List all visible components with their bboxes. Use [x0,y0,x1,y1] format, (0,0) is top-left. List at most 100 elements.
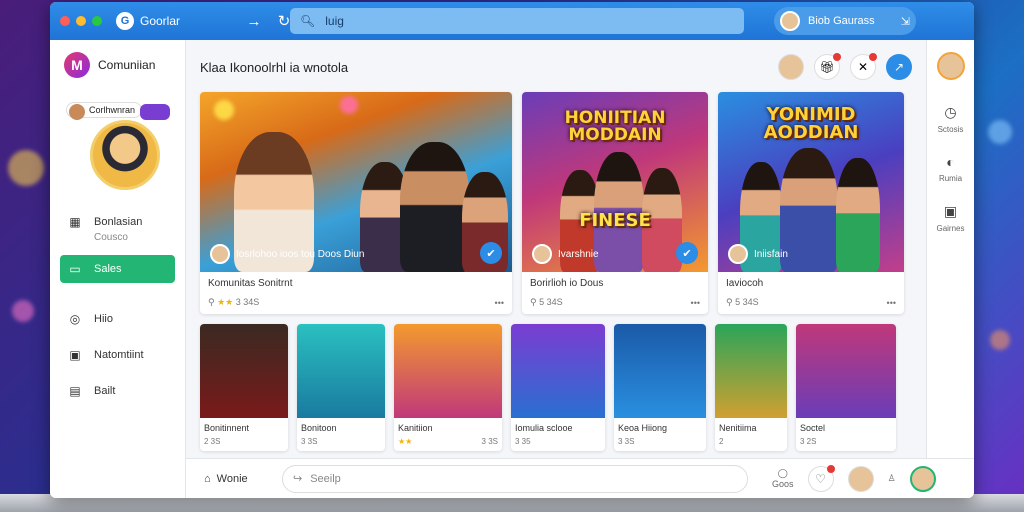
minimize-window-button[interactable] [76,16,86,26]
small-card[interactable]: Keoa Hiiong 3 3S [614,324,706,451]
reply-icon: ↪ [293,473,303,485]
card-rating: 3 35 [515,437,531,446]
notification-dot [869,53,877,61]
rightbar-item-label: Gairnes [936,224,965,233]
card-thumbnail[interactable] [715,324,787,418]
profile-avatar[interactable] [90,120,160,190]
rightbar-item-sctosis[interactable]: ◷ Sctosis [938,104,964,134]
more-options-icon[interactable]: ••• [887,298,896,308]
main-content: Klaa Ikonoolrhl ia wnotola 🎁︎ ✕ ↗ Iosrlo… [186,40,926,458]
media-icon: ▣ [943,203,958,219]
small-card[interactable]: Soctel 3 2S [796,324,896,451]
card-thumbnail[interactable] [200,324,288,418]
rightbar-item-gairnes[interactable]: ▣ Gairnes [936,203,964,233]
forward-arrow-icon[interactable]: → [242,9,266,33]
card-rating: 3 3S [481,437,498,446]
card-thumbnail[interactable] [614,324,706,418]
small-card[interactable]: Iomulia sclooe 3 35 [511,324,605,451]
card-thumbnail[interactable] [394,324,502,418]
top-bar: G Goorlar → ↻ 🔍︎ luig Biob Gaurass ⇲ [50,2,974,40]
card-title: Iaviocoh [726,278,764,289]
image-icon: ▣ [69,348,81,362]
card-overlay: Iniisfain [728,244,788,264]
card-rating: 5 34S [539,297,563,307]
featured-card[interactable]: HONIITIAN MODDAIN FINESE Ivarshnie ✔ Bor… [522,92,708,314]
header-actions: 🎁︎ ✕ ↗ [778,53,912,80]
rightbar-item-label: Rumia [938,174,963,183]
goos-button[interactable]: ◯ Goos [772,468,794,489]
profile-badge [140,104,170,120]
search-input[interactable]: luig [325,14,344,28]
card-title: Bonitoon [301,423,337,433]
compose-placeholder: Seeilp [310,472,341,485]
friend-avatar[interactable] [847,465,874,492]
card-title: Komunitas Sonitrnt [208,278,293,289]
more-options-icon[interactable]: ••• [691,298,700,308]
bottom-bar: ⌂ Wonie ↪ Seeilp ◯ Goos ♡ ♙ [186,458,974,498]
small-card[interactable]: Kanitiion ★★ 3 3S [394,324,502,451]
sidebar-item-sales[interactable]: ▭ Sales [60,255,175,283]
poster-title: HONIITIAN MODDAIN [522,110,708,144]
goos-label: Goos [772,479,794,489]
small-card[interactable]: Bonitoon 3 3S [297,324,385,451]
home-label: Wonie [216,472,248,485]
account-menu[interactable]: Biob Gaurass ⇲ [774,7,916,35]
share-icon[interactable]: ✔ [480,242,502,264]
profile-tag-label: Corlhwnran [89,105,136,115]
featured-card[interactable]: YONIMID AODDIAN Iniisfain Iaviocoh ⚲ 5 3… [718,92,904,314]
share-icon[interactable]: ✔ [676,242,698,264]
card-sub: ⚲ 5 34S ••• [530,297,700,308]
featured-card[interactable]: Iosrlohoo ioos tou Doos Diun ✔ Komunitas… [200,92,512,314]
tab-title: Goorlar [140,14,181,28]
sidebar-brand[interactable]: M Comuniian [64,52,175,78]
sidebar-item-label: Bonlasian [94,216,143,228]
brand-name: Comuniian [98,58,156,72]
sidebar: M Comuniian Corlhwnran ▦ Bonlasian Cousc… [50,40,186,498]
card-thumbnail[interactable]: Iosrlohoo ioos tou Doos Diun ✔ [200,92,512,272]
card-title: Soctel [800,423,826,433]
profile-tag: Corlhwnran [66,102,143,120]
small-card[interactable]: Nenitiima 2 [715,324,787,451]
notification-icon[interactable]: ♡ [807,464,835,492]
creator-avatar [728,244,748,264]
close-window-button[interactable] [60,16,70,26]
card-rating: 3 3S [618,437,635,446]
sidebar-item-label: Sales [94,263,122,275]
card-meta: Borirlioh io Dous ⚲ 5 34S ••• [522,272,708,314]
card-thumbnail[interactable]: YONIMID AODDIAN Iniisfain [718,92,904,272]
home-button[interactable]: ⌂ Wonie [204,473,268,485]
card-overlay: Iosrlohoo ioos tou Doos Diun [210,244,364,264]
browser-tab[interactable]: G Goorlar [116,12,236,30]
card-thumbnail[interactable]: HONIITIAN MODDAIN FINESE Ivarshnie ✔ [522,92,708,272]
compose-input[interactable]: ↪ Seeilp [282,464,748,493]
card-rating: 3 2S [800,437,817,446]
profile-card[interactable]: Corlhwnran [60,98,175,208]
tools-icon[interactable]: ✕ [850,53,877,80]
avatar[interactable] [936,52,965,80]
person-icon[interactable]: ♙ [888,473,896,484]
sidebar-item-hiio[interactable]: ◎ Hiio [60,305,175,333]
page-title: Klaa Ikonoolrhl ia wnotola [200,59,349,75]
maximize-window-button[interactable] [92,16,102,26]
user-avatar[interactable] [778,54,804,80]
card-rating: 3 3S [301,437,318,446]
gift-icon[interactable]: 🎁︎ [814,53,841,80]
card-thumbnail[interactable] [297,324,385,418]
rightbar-item-rumia[interactable]: ◐ Rumia [939,154,962,183]
more-options-icon[interactable]: ••• [495,298,504,308]
expand-icon[interactable]: ⇲ [901,15,910,28]
sidebar-item-natomtiint[interactable]: ▣ Natomtiint [60,341,175,369]
card-rating: 3 34S [235,297,260,307]
pin-icon: ⚲ [208,297,218,307]
search-bar[interactable]: 🔍︎ luig [290,8,744,34]
sidebar-item-sub: Cousco [94,232,128,243]
sidebar-item-label: Hiio [94,313,113,325]
globe-icon: ◎ [69,312,81,326]
card-thumbnail[interactable] [511,324,605,418]
trend-icon[interactable]: ↗ [886,54,912,80]
sidebar-item-bailt[interactable]: ▤ Bailt [60,377,175,405]
card-thumbnail[interactable] [796,324,896,418]
my-avatar[interactable] [909,465,936,492]
small-card[interactable]: Bonitinnent 2 3S [200,324,288,451]
calendar-icon: ▤ [69,384,81,398]
